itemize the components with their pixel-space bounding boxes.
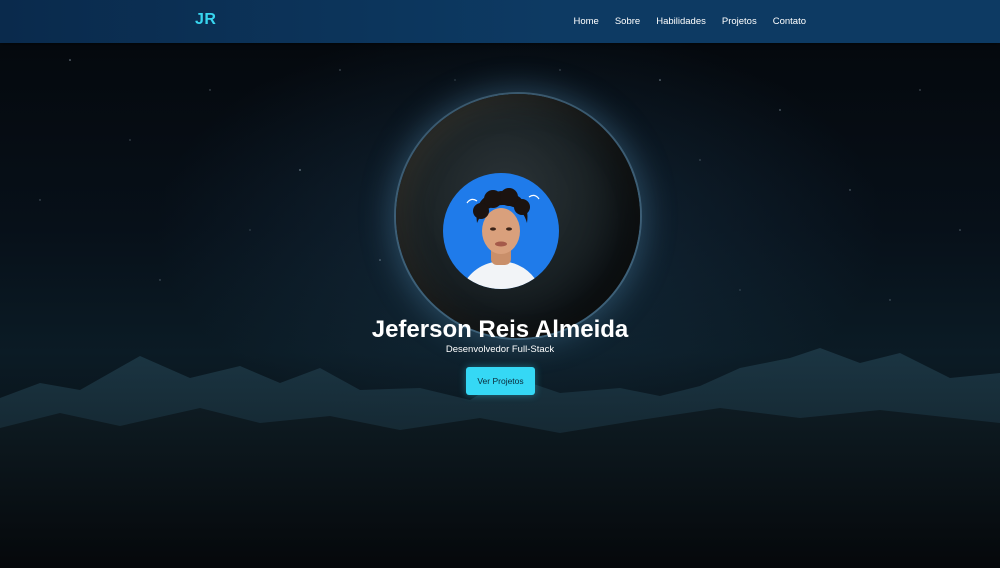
hero-role: Desenvolvedor Full-Stack [445,344,555,355]
hero-name: Jeferson Reis Almeida [371,316,629,343]
profile-photo-icon [461,188,541,289]
view-projects-button[interactable]: Ver Projetos [466,367,535,395]
portfolio-page: JR Home Sobre Habilidades Projetos Conta… [0,0,1000,568]
nav-link-sobre[interactable]: Sobre [615,16,640,27]
site-logo[interactable]: JR [195,11,216,29]
nav-menu: Home Sobre Habilidades Projetos Contato [574,0,807,43]
avatar [443,173,559,289]
nav-link-projetos[interactable]: Projetos [722,16,757,27]
nav-link-contato[interactable]: Contato [773,16,806,27]
nav-link-home[interactable]: Home [574,16,599,27]
top-navbar: JR Home Sobre Habilidades Projetos Conta… [0,0,1000,43]
nav-link-habilidades[interactable]: Habilidades [656,16,706,27]
